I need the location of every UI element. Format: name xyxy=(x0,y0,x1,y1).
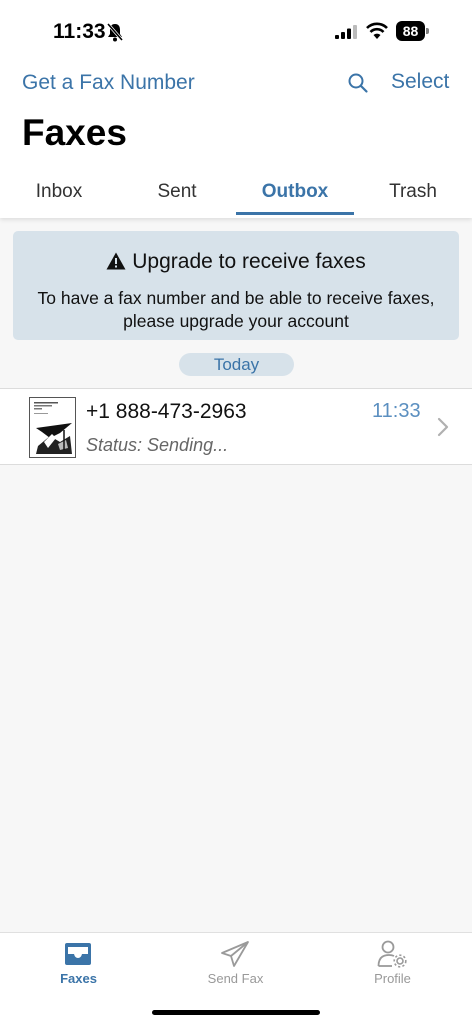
section-date-chip: Today xyxy=(179,353,294,376)
select-button[interactable]: Select xyxy=(391,70,449,94)
tab-sent[interactable]: Sent xyxy=(118,181,236,203)
search-icon[interactable] xyxy=(347,72,369,94)
tab-inbox[interactable]: Inbox xyxy=(0,181,118,203)
get-fax-number-link[interactable]: Get a Fax Number xyxy=(22,71,195,95)
fax-recipient-number: +1 888-473-2963 xyxy=(86,400,247,423)
fax-preview-image xyxy=(33,402,74,456)
fax-thumbnail xyxy=(29,397,76,458)
tab-trash[interactable]: Trash xyxy=(354,181,472,203)
paper-plane-icon xyxy=(221,941,249,967)
tabbar-label-send-fax: Send Fax xyxy=(207,971,264,986)
chevron-right-icon xyxy=(437,417,449,437)
warning-icon xyxy=(106,252,126,270)
upgrade-banner[interactable]: Upgrade to receive faxes To have a fax n… xyxy=(13,231,459,340)
bell-off-icon xyxy=(106,23,124,42)
battery-nub xyxy=(426,28,429,34)
inbox-tray-icon xyxy=(65,943,91,965)
tabbar-label-profile: Profile xyxy=(374,971,411,986)
top-header: 11:33 88 Get a Fax Number Select Faxes I… xyxy=(0,0,472,218)
banner-title: Upgrade to receive faxes xyxy=(13,250,459,274)
banner-body: To have a fax number and be able to rece… xyxy=(13,287,459,333)
wifi-icon xyxy=(366,22,388,39)
cellular-signal-icon xyxy=(335,25,357,39)
tabbar-faxes[interactable]: Faxes xyxy=(0,933,157,993)
page-title: Faxes xyxy=(22,112,127,153)
tabbar-label-faxes: Faxes xyxy=(60,971,97,986)
fax-status: Status: Sending... xyxy=(86,435,229,455)
status-time: 11:33 xyxy=(53,20,106,43)
tabbar-profile[interactable]: Profile xyxy=(314,933,471,993)
user-settings-icon xyxy=(377,940,407,968)
tabbar-send-fax[interactable]: Send Fax xyxy=(157,933,314,993)
banner-title-text: Upgrade to receive faxes xyxy=(132,250,366,273)
battery-level: 88 xyxy=(396,21,425,41)
fax-time: 11:33 xyxy=(372,400,421,422)
tab-outbox[interactable]: Outbox xyxy=(236,181,354,203)
battery-indicator: 88 xyxy=(396,21,429,41)
banner-body-line-2: please upgrade your account xyxy=(123,311,349,331)
fax-list-row[interactable]: +1 888-473-2963 Status: Sending... 11:33 xyxy=(0,388,472,465)
active-tab-indicator xyxy=(236,212,354,215)
home-indicator xyxy=(152,1010,320,1015)
banner-body-line-1: To have a fax number and be able to rece… xyxy=(37,288,435,308)
